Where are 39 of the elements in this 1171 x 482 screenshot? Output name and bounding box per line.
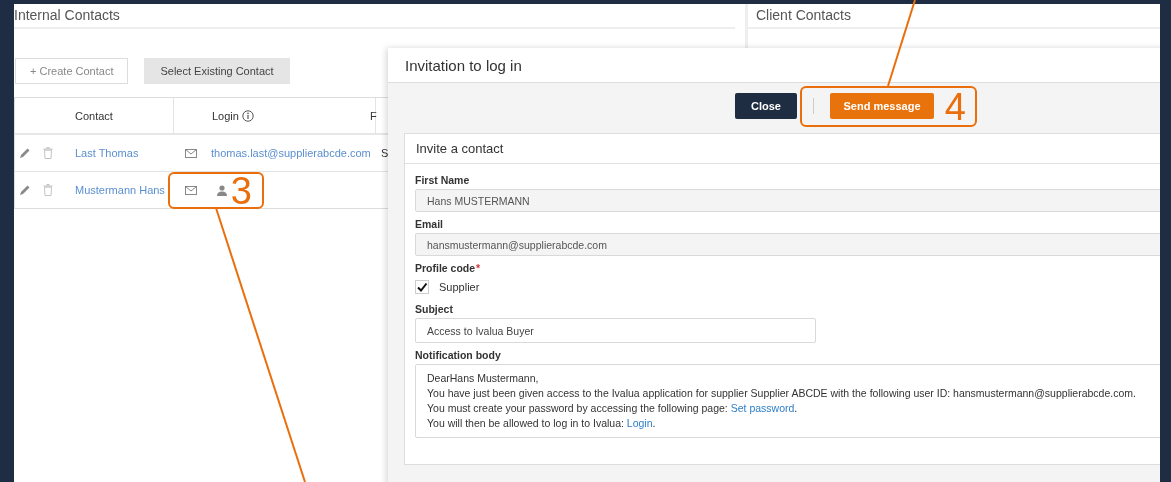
person-icon[interactable] — [217, 184, 227, 196]
column-header: F — [370, 109, 377, 122]
text-field[interactable]: Access to Ivalua Buyer — [415, 318, 816, 343]
field-label: First Name — [415, 174, 470, 186]
field-label: Subject — [415, 303, 453, 315]
panel-title: Internal Contacts — [14, 4, 735, 29]
checkbox-label: Supplier — [439, 281, 480, 293]
checkbox[interactable] — [415, 280, 429, 294]
dialog-title: Invitation to log in — [405, 56, 522, 74]
envelope-icon[interactable] — [185, 148, 197, 158]
column-header: Login — [212, 109, 239, 122]
body-text: DearHans Mustermann, — [427, 372, 539, 384]
callout-number: 4 — [944, 88, 966, 125]
field-label: Email — [415, 218, 443, 230]
contact-link[interactable]: Mustermann Hans — [75, 184, 165, 196]
body-text: You have just been given access to the Ivalua application for supplier Supplier ABCDE with the following user ID: hansmustermann@supplierabcde.com. — [427, 387, 1136, 399]
table-cell: S — [381, 147, 389, 159]
required-mark: * — [476, 262, 481, 274]
send-message-button[interactable]: Send message — [830, 93, 934, 119]
contact-link[interactable]: Last Thomas — [75, 147, 139, 159]
field-label: Profile code — [415, 262, 476, 274]
body-text: . — [794, 402, 798, 414]
body-text: You will then be allowed to log in to Ivalua: — [427, 417, 625, 429]
create-contact-button[interactable]: + Create Contact — [15, 58, 129, 84]
body-text: . — [652, 417, 656, 429]
column-header: Contact — [75, 109, 113, 122]
close-button[interactable]: Close — [735, 93, 797, 119]
callout-number: 3 — [230, 172, 252, 209]
notification-body-field[interactable] — [415, 364, 1160, 438]
body-link[interactable]: Login — [626, 417, 653, 429]
select-contact-button[interactable]: Select Existing Contact — [144, 58, 290, 84]
edit-icon[interactable] — [19, 184, 31, 196]
panel-title: Client Contacts — [748, 4, 1160, 29]
envelope-icon[interactable] — [185, 185, 197, 195]
email-link[interactable]: thomas.last@supplierabcde.com — [211, 147, 371, 159]
card-title: Invite a contact — [405, 134, 1160, 164]
body-text: You must create your password by accessing the following page: — [427, 402, 729, 414]
edit-icon[interactable] — [19, 147, 31, 159]
field-label: Notification body — [415, 349, 501, 361]
